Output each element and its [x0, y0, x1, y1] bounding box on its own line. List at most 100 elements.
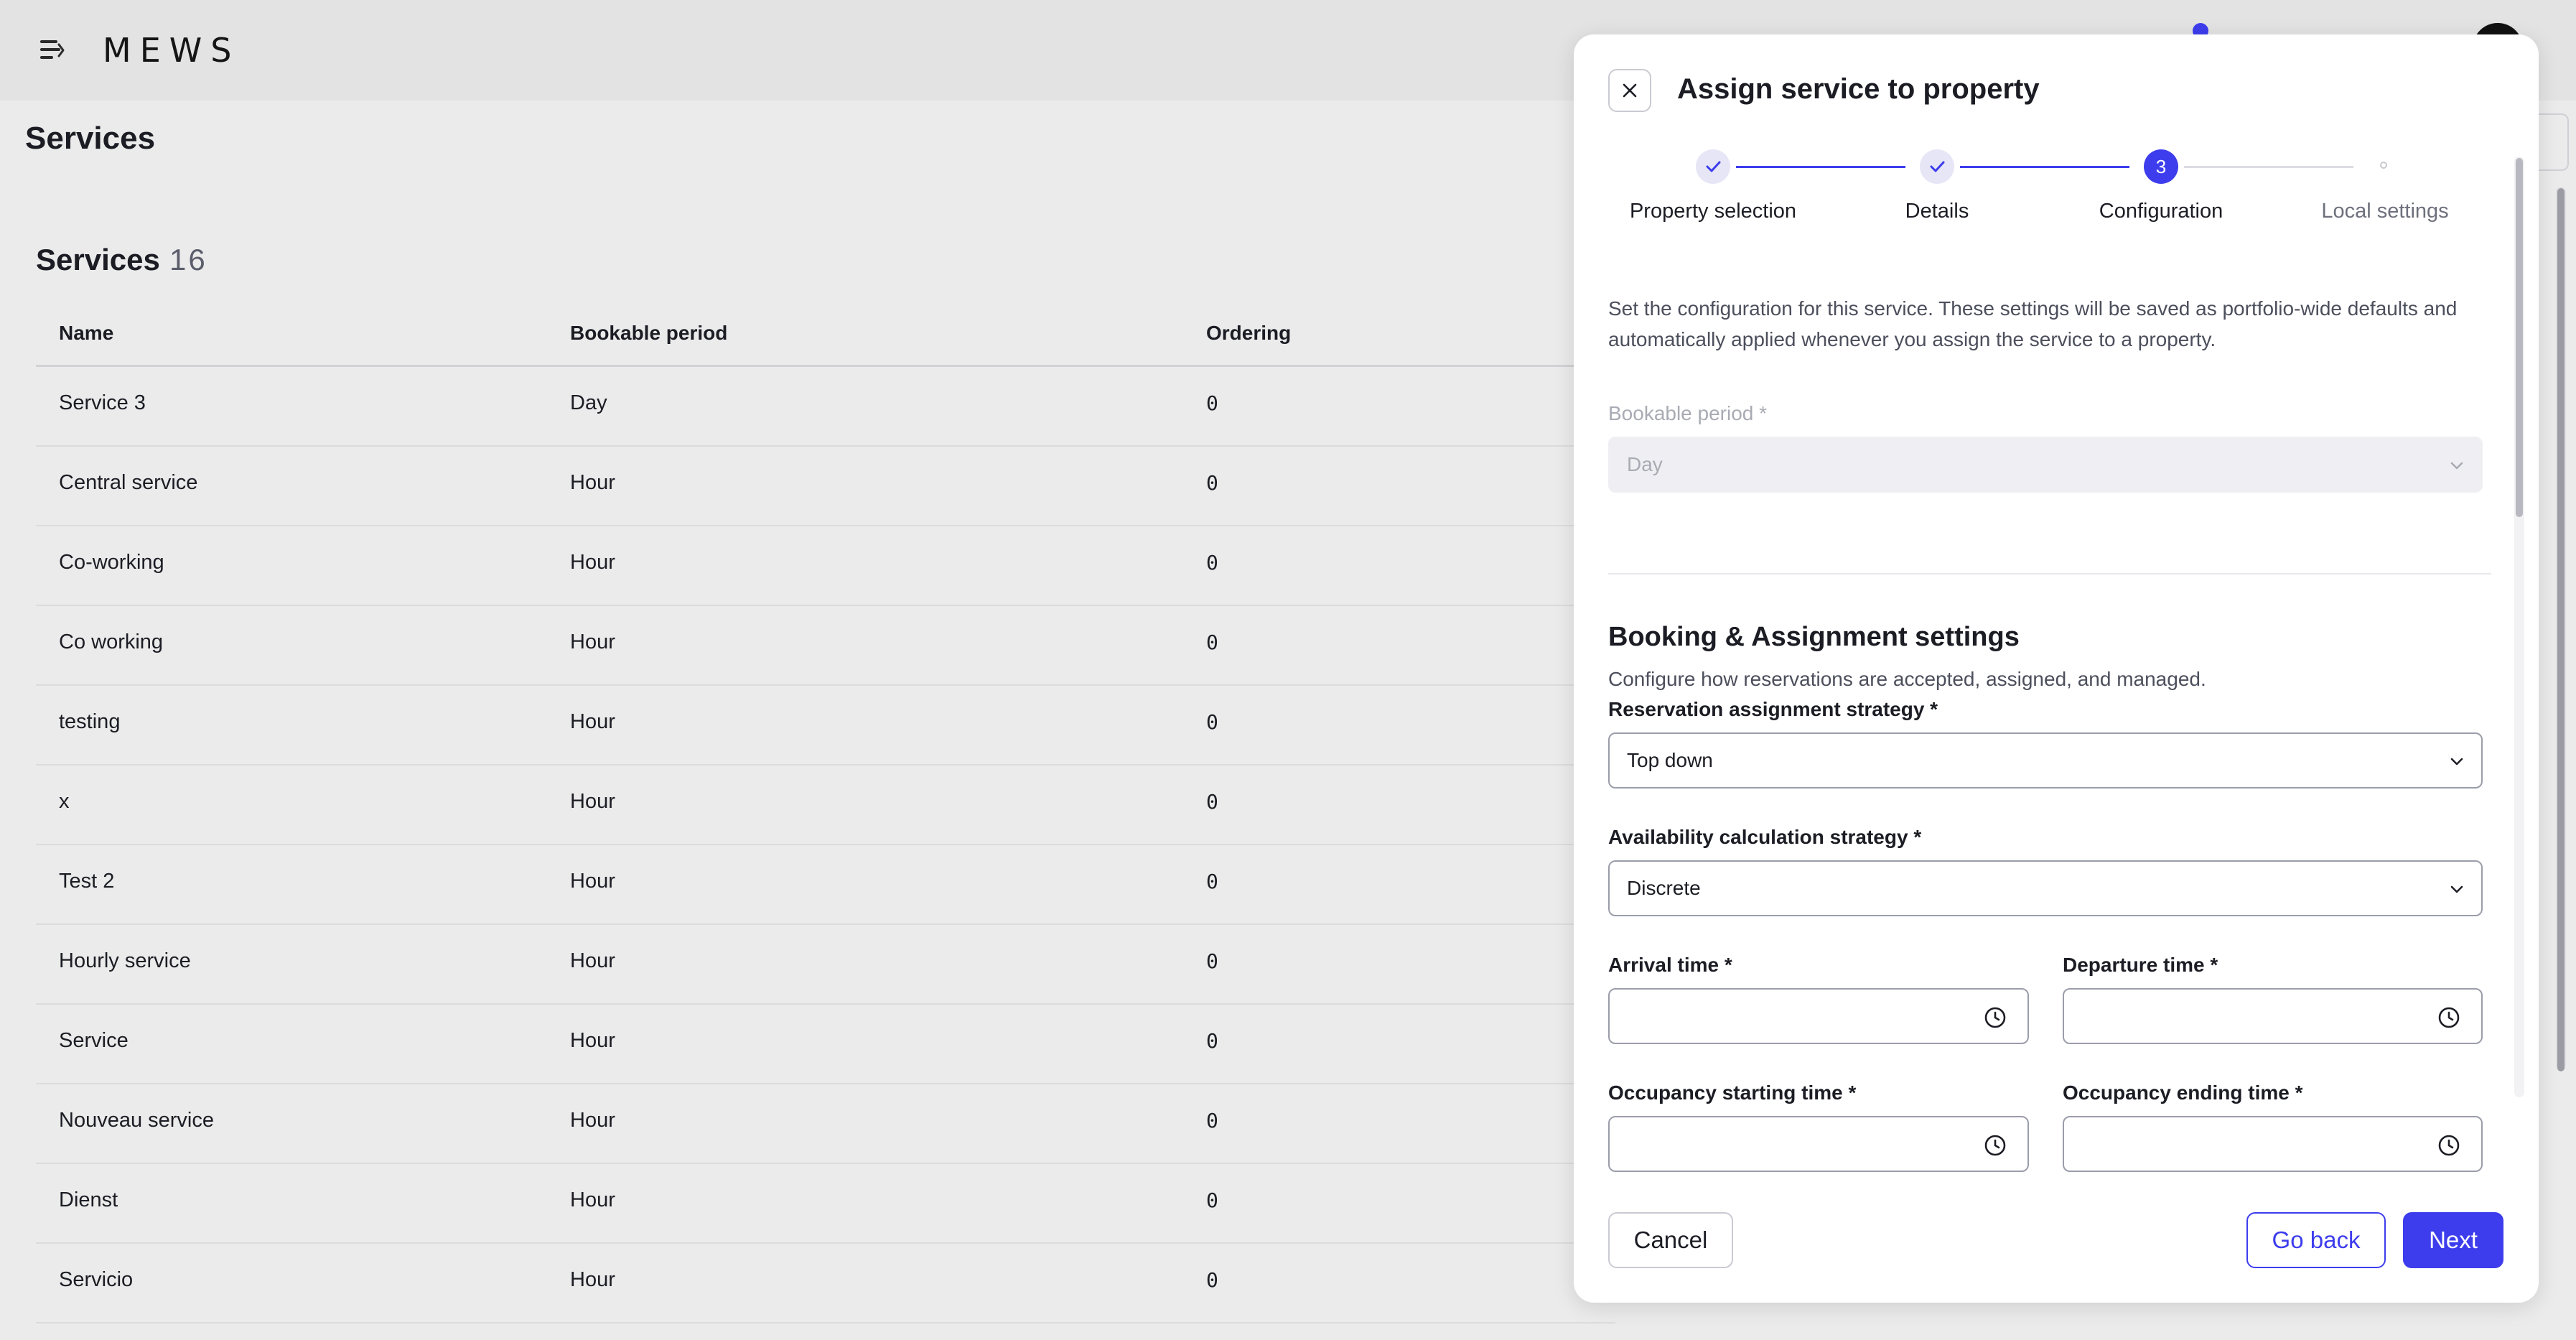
service-ordering: 0 — [1206, 1029, 1218, 1053]
stepper: Property selection Details 3 Configurati… — [1608, 149, 2498, 236]
service-ordering: 0 — [1206, 1268, 1218, 1292]
table-row[interactable]: Service Hour 0 — [36, 1005, 1615, 1084]
pending-dot-icon — [2368, 149, 2402, 184]
step-label: Configuration — [2099, 200, 2223, 223]
service-ordering: 0 — [1206, 710, 1218, 734]
availability-strategy-select[interactable]: Discrete — [1608, 860, 2483, 916]
page-action-button[interactable] — [2539, 113, 2569, 171]
mews-logo[interactable]: MEWS — [103, 29, 240, 72]
step-label: Local settings — [2321, 200, 2449, 223]
table-row[interactable]: x Hour 0 — [36, 766, 1615, 845]
service-period: Hour — [570, 1109, 615, 1132]
service-name: Dienst — [59, 1188, 118, 1211]
clock-icon[interactable] — [1983, 1133, 2007, 1158]
service-name: Service — [59, 1029, 129, 1052]
service-period: Hour — [570, 710, 615, 733]
chevron-down-icon — [2450, 758, 2463, 766]
service-name: Hourly service — [59, 949, 191, 972]
services-count: 16 — [169, 243, 207, 276]
check-icon — [1920, 149, 1954, 184]
service-ordering: 0 — [1206, 391, 1218, 415]
service-period: Hour — [570, 551, 615, 574]
service-name: testing — [59, 710, 121, 733]
table-row[interactable]: Hourly service Hour 0 — [36, 925, 1615, 1005]
service-name: x — [59, 790, 70, 813]
service-period: Hour — [570, 1268, 615, 1291]
service-period: Hour — [570, 790, 615, 813]
service-period: Hour — [570, 631, 615, 653]
step-local-settings[interactable]: Local settings — [2292, 149, 2478, 223]
column-header-name[interactable]: Name — [59, 322, 113, 345]
reservation-strategy-label: Reservation assignment strategy * — [1608, 698, 1938, 720]
service-period: Hour — [570, 949, 615, 972]
clock-icon[interactable] — [1983, 1005, 2007, 1030]
step-details[interactable]: Details — [1844, 149, 2030, 223]
table-row[interactable]: Test 2 Hour 0 — [36, 845, 1615, 925]
clock-icon[interactable] — [2437, 1005, 2461, 1030]
table-row[interactable]: Co working Hour 0 — [36, 606, 1615, 686]
chevron-down-icon — [2450, 462, 2463, 470]
service-name: Test 2 — [59, 870, 115, 893]
service-ordering: 0 — [1206, 471, 1218, 495]
departure-time-input[interactable] — [2063, 988, 2483, 1044]
service-ordering: 0 — [1206, 1109, 1218, 1132]
dialog-scrollbar-thumb[interactable] — [2516, 158, 2523, 517]
service-name: Servicio — [59, 1268, 134, 1291]
step-label: Details — [1905, 200, 1969, 223]
service-name: Central service — [59, 471, 198, 494]
table-header: Name Bookable period Ordering — [36, 309, 1615, 367]
service-ordering: 0 — [1206, 949, 1218, 973]
bookable-period-label: Bookable period * — [1608, 402, 1768, 424]
reservation-strategy-value: Top down — [1627, 749, 1713, 771]
check-icon — [1696, 149, 1730, 184]
assign-service-dialog: Assign service to property Property sele… — [1574, 34, 2539, 1303]
column-header-bookable-period[interactable]: Bookable period — [570, 322, 727, 345]
page-scrollbar-thumb[interactable] — [2557, 188, 2565, 1071]
menu-icon[interactable] — [37, 36, 66, 65]
service-ordering: 0 — [1206, 790, 1218, 814]
occupancy-start-input[interactable] — [1608, 1116, 2029, 1172]
service-period: Hour — [570, 1029, 615, 1052]
table-row[interactable]: Co-working Hour 0 — [36, 526, 1615, 606]
divider — [1608, 573, 2491, 574]
reservation-strategy-select[interactable]: Top down — [1608, 732, 2483, 788]
table-row[interactable]: Dienst Hour 0 — [36, 1164, 1615, 1244]
table-row[interactable]: Central service Hour 0 — [36, 447, 1615, 526]
table-row[interactable]: testing Hour 0 — [36, 686, 1615, 766]
chevron-down-icon — [2450, 885, 2463, 893]
cancel-button[interactable]: Cancel — [1608, 1212, 1733, 1268]
service-period: Day — [570, 391, 607, 414]
service-period: Hour — [570, 1188, 615, 1211]
column-header-ordering[interactable]: Ordering — [1206, 322, 1291, 345]
service-ordering: 0 — [1206, 631, 1218, 654]
arrival-time-input[interactable] — [1608, 988, 2029, 1044]
step-configuration[interactable]: 3 Configuration — [2068, 149, 2254, 223]
service-ordering: 0 — [1206, 551, 1218, 574]
booking-section-title: Booking & Assignment settings — [1608, 622, 2020, 652]
availability-strategy-value: Discrete — [1627, 877, 1701, 899]
arrival-time-label: Arrival time * — [1608, 954, 1732, 976]
occupancy-start-label: Occupancy starting time * — [1608, 1081, 1857, 1104]
step-number: 3 — [2144, 149, 2178, 184]
occupancy-end-input[interactable] — [2063, 1116, 2483, 1172]
service-ordering: 0 — [1206, 1188, 1218, 1212]
clock-icon[interactable] — [2437, 1133, 2461, 1158]
service-ordering: 0 — [1206, 870, 1218, 893]
availability-strategy-label: Availability calculation strategy * — [1608, 826, 1922, 848]
table-row[interactable]: Service 3 Day 0 — [36, 367, 1615, 447]
next-button[interactable]: Next — [2403, 1212, 2503, 1268]
service-period: Hour — [570, 471, 615, 494]
service-name: Service 3 — [59, 391, 146, 414]
close-button[interactable] — [1608, 69, 1651, 112]
table-row[interactable]: Servicio Hour 0 — [36, 1244, 1615, 1323]
bookable-period-value: Day — [1627, 453, 1663, 475]
step-label: Property selection — [1629, 200, 1797, 223]
booking-section-subtitle: Configure how reservations are accepted,… — [1608, 668, 2206, 690]
bookable-period-select: Day — [1608, 437, 2483, 493]
dialog-title: Assign service to property — [1677, 73, 2040, 105]
page-title: Services — [25, 121, 156, 156]
go-back-button[interactable]: Go back — [2246, 1212, 2386, 1268]
table-row[interactable]: Nouveau service Hour 0 — [36, 1084, 1615, 1164]
services-heading: Services — [36, 243, 160, 276]
step-property-selection[interactable]: Property selection — [1620, 149, 1806, 223]
